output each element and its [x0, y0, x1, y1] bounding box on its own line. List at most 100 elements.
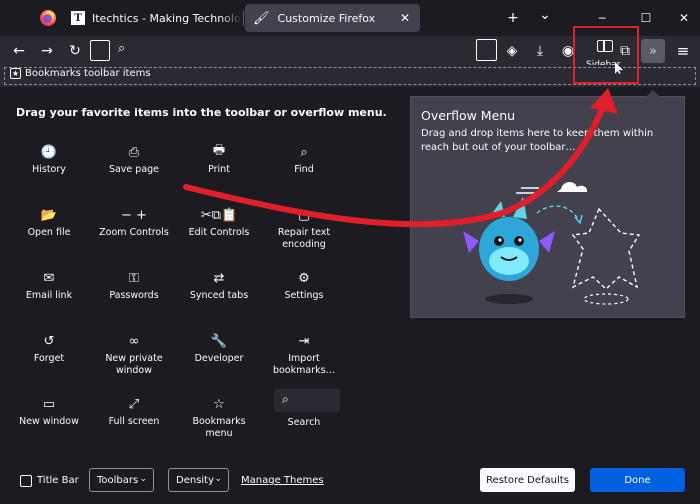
palette-item-label: Developer — [194, 353, 244, 364]
chevron-down-icon: ⌄ — [214, 474, 222, 484]
palette-item-import-bookmarks[interactable]: ⇥ Import bookmarks… — [261, 331, 347, 377]
reload-button[interactable]: ↻ — [64, 40, 86, 62]
search-icon: ⌕ — [118, 41, 126, 56]
close-window-button[interactable]: ✕ — [674, 8, 694, 28]
find-icon: ⌕ — [300, 144, 308, 160]
palette-item-full-screen[interactable]: ⤢ Full screen — [91, 394, 177, 428]
palette-item-label: New window — [19, 416, 79, 427]
palette-item-developer[interactable]: 🔧 Developer — [176, 331, 262, 365]
print-icon: 🖶 — [212, 143, 226, 158]
dropdown-label: Toolbars — [97, 474, 139, 486]
palette-item-label: Search — [287, 417, 321, 428]
palette-item-label: Forget — [33, 353, 65, 364]
flexible-space-slot[interactable] — [476, 39, 497, 61]
import-icon: ⇥ — [298, 333, 310, 349]
palette-item-label: Save page — [108, 164, 160, 175]
palette-item-email-link[interactable]: ✉ Email link — [6, 268, 92, 302]
palette-item-zoom-controls[interactable]: − + Zoom Controls — [91, 205, 177, 239]
paint-brush-icon: 🖌 — [253, 10, 270, 26]
forward-button[interactable]: → — [36, 40, 58, 62]
palette-item-save-page[interactable]: ⎙ Save page — [91, 142, 177, 176]
overflow-menu-title: Overflow Menu — [421, 108, 516, 123]
dragon-illustration-icon — [463, 181, 641, 305]
palette-item-history[interactable]: 🕘 History — [6, 142, 92, 176]
palette-item-label: Settings — [284, 290, 324, 301]
palette-item-new-private-window[interactable]: ∞ New private window — [91, 331, 177, 377]
density-dropdown[interactable]: Density ⌄ — [168, 468, 229, 492]
menu-icon[interactable]: ≡ — [672, 40, 694, 62]
forget-icon: ↺ — [43, 333, 55, 349]
title-bar-checkbox[interactable] — [20, 475, 32, 487]
itechtics-favicon-icon: T — [71, 11, 85, 25]
synced-tabs-icon: ⇄ — [213, 270, 225, 286]
palette-item-forget[interactable]: ↺ Forget — [6, 331, 92, 365]
email-icon: ✉ — [43, 270, 55, 286]
maximize-button[interactable]: ☐ — [636, 8, 656, 28]
toolbar-spacer-slot[interactable] — [90, 40, 110, 61]
palette-item-new-window[interactable]: ▭ New window — [6, 394, 92, 428]
list-all-tabs-button[interactable]: ⌄ — [535, 5, 555, 25]
palette-item-label: History — [32, 164, 66, 175]
tab-separator — [243, 10, 244, 26]
overflow-menu-button[interactable]: » — [641, 39, 665, 63]
palette-item-label: Email link — [25, 290, 73, 301]
palette-item-edit-controls[interactable]: ✂⧉📋 Edit Controls — [176, 205, 262, 239]
tab-title: Customize Firefox — [277, 11, 376, 25]
repair-text-encoding-icon: ▢ — [297, 207, 311, 223]
new-window-icon: ▭ — [42, 396, 56, 412]
palette-item-label: Open file — [27, 227, 71, 238]
palette-item-label: Passwords — [109, 290, 159, 301]
palette-item-bookmarks-menu[interactable]: ☆ Bookmarks menu — [176, 394, 262, 440]
private-mask-icon: ∞ — [128, 333, 140, 349]
overflow-menu-description: Drag and drop items here to keep them wi… — [421, 128, 654, 153]
palette-item-search[interactable]: Search — [261, 415, 347, 429]
full-screen-icon: ⤢ — [128, 396, 140, 412]
firefox-logo-icon — [40, 10, 56, 26]
bookmarks-toolbar-items[interactable]: ★ Bookmarks toolbar items — [10, 68, 151, 79]
new-tab-button[interactable]: + — [503, 8, 523, 28]
palette-item-settings[interactable]: ⚙ Settings — [261, 268, 347, 302]
palette-item-search-box[interactable]: ⌕ — [274, 389, 340, 412]
palette-item-label: Repair text encoding — [277, 227, 331, 250]
palette-item-synced-tabs[interactable]: ⇄ Synced tabs — [176, 268, 262, 302]
overflow-menu-panel[interactable]: Overflow Menu Drag and drop items here t… — [410, 90, 685, 318]
palette-item-label: New private window — [105, 353, 163, 376]
palette-item-label: Find — [294, 164, 314, 175]
tab-itechtics[interactable]: T Itechtics - Making Technology Work — [68, 4, 242, 32]
back-button[interactable]: ← — [8, 40, 30, 62]
manage-themes-link[interactable]: Manage Themes — [241, 475, 324, 486]
tab-customize-firefox[interactable]: 🖌 Customize Firefox ✕ — [245, 4, 420, 32]
palette-item-label: Print — [208, 164, 230, 175]
minimize-button[interactable]: ─ — [592, 8, 612, 28]
tab-title: Itechtics - Making Technology Work — [92, 11, 242, 25]
wrench-icon: 🔧 — [210, 333, 228, 349]
palette-item-label: Synced tabs — [189, 290, 249, 301]
save-page-icon: ⎙ — [128, 144, 140, 160]
annotation-highlight-box — [573, 26, 639, 84]
palette-item-label: Edit Controls — [188, 227, 250, 238]
key-icon: ⚿ — [129, 270, 139, 286]
palette-item-passwords[interactable]: ⚿ Passwords — [91, 268, 177, 302]
zoom-controls-icon: − + — [121, 207, 147, 223]
bookmarks-star-icon: ☆ — [213, 396, 225, 412]
done-button[interactable]: Done — [590, 468, 685, 492]
palette-item-repair-text-encoding[interactable]: ▢ Repair text encoding — [261, 205, 347, 251]
customize-footer: Title Bar Toolbars ⌄ Density ⌄ Manage Th… — [0, 466, 700, 496]
palette-item-label: Bookmarks menu — [192, 416, 246, 439]
restore-defaults-button[interactable]: Restore Defaults — [480, 468, 575, 492]
palette-item-open-file[interactable]: 📂 Open file — [6, 205, 92, 239]
palette-heading: Drag your favorite items into the toolba… — [16, 106, 387, 119]
star-icon: ★ — [10, 68, 21, 79]
toolbars-dropdown[interactable]: Toolbars ⌄ — [89, 468, 154, 492]
close-tab-icon[interactable]: ✕ — [396, 9, 414, 27]
pocket-icon[interactable]: ◈ — [501, 40, 523, 62]
palette-item-print[interactable]: 🖶 Print — [176, 142, 262, 176]
dropdown-label: Density — [176, 474, 215, 486]
palette-item-find[interactable]: ⌕ Find — [261, 142, 347, 176]
edit-controls-icon: ✂⧉📋 — [200, 207, 238, 223]
palette-item-label: Import bookmarks… — [272, 353, 336, 376]
history-icon: 🕘 — [40, 144, 58, 160]
downloads-icon[interactable]: ⤓ — [529, 40, 551, 62]
bookmarks-toolbar-label: Bookmarks toolbar items — [25, 68, 151, 79]
search-icon: ⌕ — [282, 392, 289, 406]
